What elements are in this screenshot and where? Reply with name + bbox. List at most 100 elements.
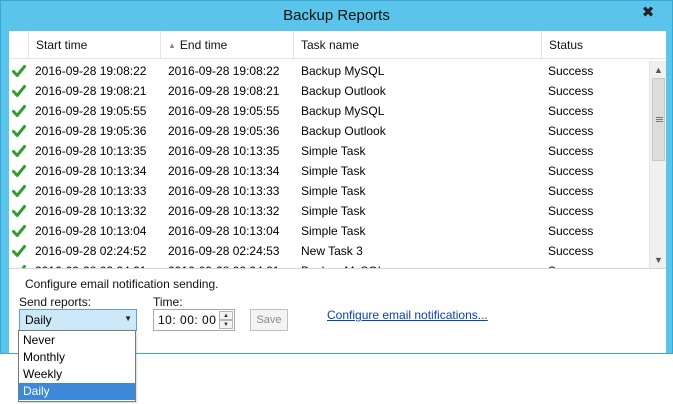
status-cell: Success (548, 84, 594, 98)
time-value[interactable]: 10: 00: 00 (158, 313, 216, 327)
task-name-cell: Simple Task (301, 224, 366, 238)
table-row[interactable]: 2016-09-28 02:24:52 2016-09-28 02:24:53 Ne… (9, 241, 649, 261)
vertical-scrollbar[interactable]: ▲ ▼ (649, 61, 666, 268)
end-time-cell: 2016-09-28 10:13:33 (168, 184, 280, 198)
table-row[interactable]: 2016-09-28 19:08:21 2016-09-28 19:08:21 Ba… (9, 81, 649, 101)
check-icon (12, 185, 26, 197)
end-time-cell: 2016-09-28 02:24:53 (168, 244, 280, 258)
start-time-cell: 2016-09-28 19:08:22 (35, 64, 147, 78)
close-button[interactable]: ✖ (634, 2, 662, 22)
column-header-start-time[interactable]: Start time (29, 31, 161, 59)
save-button[interactable]: Save (250, 309, 288, 331)
check-icon (12, 65, 26, 77)
configure-email-notifications-link[interactable]: Configure email notifications... (327, 308, 488, 322)
check-icon (12, 225, 26, 237)
task-name-cell: Backup MySQL (301, 64, 385, 78)
task-name-cell: Backup Outlook (301, 124, 386, 138)
table-row[interactable]: 2016-09-28 10:13:35 2016-09-28 10:13:35 Si… (9, 141, 649, 161)
task-name-cell: Simple Task (301, 144, 366, 158)
sort-ascending-icon: ▲ (168, 41, 176, 50)
task-name-cell: Simple Task (301, 184, 366, 198)
table-row[interactable]: 2016-09-28 10:13:32 2016-09-28 10:13:32 Si… (9, 201, 649, 221)
end-time-cell: 2016-09-28 19:05:55 (168, 104, 280, 118)
end-time-cell: 2016-09-28 10:13:04 (168, 224, 280, 238)
column-header-task-name[interactable]: Task name (294, 31, 542, 59)
status-cell: Success (548, 104, 594, 118)
end-time-cell: 2016-09-28 19:08:22 (168, 64, 280, 78)
grid-header: Start time ▲ End time Task name Status (9, 31, 666, 59)
spin-up-icon[interactable]: ▲ (219, 311, 233, 320)
check-icon (12, 145, 26, 157)
table-row[interactable]: 2016-09-28 10:13:34 2016-09-28 10:13:34 Si… (9, 161, 649, 181)
task-name-cell: Backup MySQL (301, 261, 384, 268)
backup-reports-window: Backup Reports ✖ Start time ▲ End time Ta… (0, 0, 673, 354)
column-header-status[interactable]: Status (542, 31, 666, 59)
end-time-cell: 2016-09-28 10:13:35 (168, 144, 280, 158)
status-cell: Success (548, 124, 594, 138)
end-time-cell: 2016-09-28 10:13:32 (168, 204, 280, 218)
title-bar[interactable]: Backup Reports ✖ (1, 1, 672, 31)
send-reports-select[interactable]: Daily ▼ (19, 309, 137, 331)
close-icon: ✖ (641, 4, 655, 21)
reports-grid: Start time ▲ End time Task name Status 20… (9, 31, 666, 269)
start-time-cell: 2016-09-28 10:13:33 (35, 184, 147, 198)
task-name-cell: Simple Task (301, 164, 366, 178)
status-cell: Success (548, 164, 594, 178)
task-name-cell: Backup MySQL (301, 104, 385, 118)
client-area: Start time ▲ End time Task name Status 20… (9, 31, 666, 353)
table-row[interactable]: 2016-09-28 19:05:36 2016-09-28 19:05:36 Ba… (9, 121, 649, 141)
config-intro-text: Configure email notification sending. (25, 277, 219, 291)
start-time-cell: 2016-09-28 10:13:04 (35, 224, 147, 238)
start-time-cell: 2016-09-28 10:13:35 (35, 144, 147, 158)
table-row[interactable]: 2016-09-28 19:08:22 2016-09-28 19:08:22 Ba… (9, 61, 649, 81)
status-cell: Success (548, 184, 594, 198)
start-time-cell: 2016-09-28 02:24:52 (35, 244, 147, 258)
time-picker[interactable]: 10: 00: 00 ▲ ▼ (153, 309, 235, 331)
status-cell: Success (548, 224, 594, 238)
task-name-cell: Simple Task (301, 204, 366, 218)
start-time-cell: 2016-09-28 02:24:21 (35, 261, 146, 268)
dropdown-option-monthly[interactable]: Monthly (19, 349, 135, 366)
column-header-end-time[interactable]: ▲ End time (161, 31, 294, 59)
send-reports-dropdown-list: Never Monthly Weekly Daily (18, 330, 136, 402)
dropdown-option-weekly[interactable]: Weekly (19, 366, 135, 383)
time-label: Time: (153, 295, 183, 309)
send-reports-label: Send reports: (19, 295, 92, 309)
table-row[interactable]: 2016-09-28 10:13:04 2016-09-28 10:13:04 Si… (9, 221, 649, 241)
status-cell: Success (548, 204, 594, 218)
end-time-cell: 2016-09-28 19:08:21 (168, 84, 280, 98)
check-icon (12, 165, 26, 177)
status-icon-column-header (9, 31, 29, 59)
check-icon (12, 245, 26, 257)
table-row[interactable]: 2016-09-28 10:13:33 2016-09-28 10:13:33 Si… (9, 181, 649, 201)
start-time-cell: 2016-09-28 10:13:32 (35, 204, 147, 218)
start-time-cell: 2016-09-28 19:05:55 (35, 104, 147, 118)
check-icon (12, 125, 26, 137)
status-cell: Success (548, 261, 593, 268)
start-time-cell: 2016-09-28 10:13:34 (35, 164, 147, 178)
scroll-down-icon[interactable]: ▼ (651, 252, 666, 268)
task-name-cell: Backup Outlook (301, 84, 386, 98)
dropdown-option-daily[interactable]: Daily (19, 383, 135, 400)
status-cell: Success (548, 144, 594, 158)
chevron-down-icon: ▼ (124, 314, 132, 323)
end-time-cell: 2016-09-28 02:24:21 (168, 261, 279, 268)
check-icon (12, 205, 26, 217)
table-row[interactable]: 2016-09-28 02:24:21 2016-09-28 02:24:21 Ba… (9, 261, 649, 268)
status-cell: Success (548, 64, 594, 78)
scroll-up-icon[interactable]: ▲ (651, 62, 666, 78)
check-icon (21, 265, 26, 268)
check-icon (12, 85, 26, 97)
send-reports-value: Daily (25, 313, 52, 327)
table-row[interactable]: 2016-09-28 19:05:55 2016-09-28 19:05:55 Ba… (9, 101, 649, 121)
start-time-cell: 2016-09-28 19:05:36 (35, 124, 147, 138)
task-name-cell: New Task 3 (301, 244, 363, 258)
grid-rows: 2016-09-28 19:08:22 2016-09-28 19:08:22 Ba… (9, 61, 649, 268)
dropdown-option-never[interactable]: Never (19, 332, 135, 349)
start-time-cell: 2016-09-28 19:08:21 (35, 84, 147, 98)
end-time-cell: 2016-09-28 10:13:34 (168, 164, 280, 178)
check-icon (12, 105, 26, 117)
scroll-thumb[interactable] (652, 78, 665, 161)
spin-down-icon[interactable]: ▼ (219, 320, 233, 329)
window-title: Backup Reports (283, 7, 390, 24)
